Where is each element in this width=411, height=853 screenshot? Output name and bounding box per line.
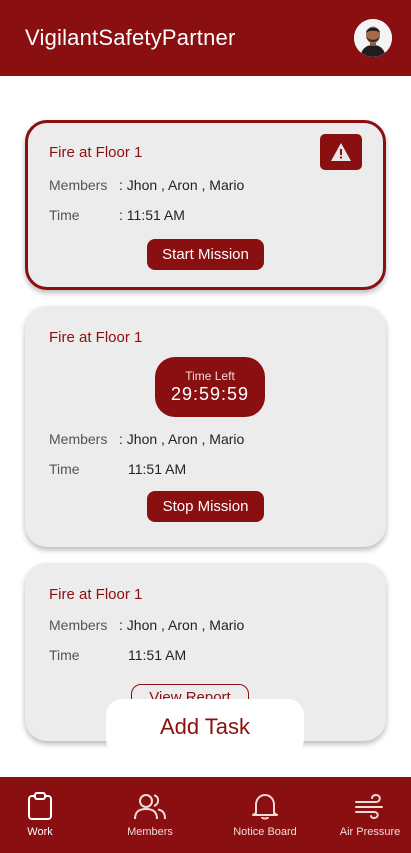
members-icon xyxy=(134,794,166,820)
time-label: Time xyxy=(49,647,80,663)
members-label: Members xyxy=(49,617,108,633)
time-label: Time xyxy=(49,461,80,477)
add-task-button[interactable]: Add Task xyxy=(106,699,304,755)
card-title: Fire at Floor 1 xyxy=(49,329,143,346)
members-value: : Jhon , Aron , Mario xyxy=(119,617,245,633)
task-card-alert: Fire at Floor 1 Members : Jhon , Aron , … xyxy=(25,120,386,290)
members-label: Members xyxy=(49,431,108,447)
nav-label: Members xyxy=(127,826,173,838)
members-label: Members xyxy=(49,177,108,193)
nav-item-air-pressure[interactable]: Air Pressure xyxy=(332,777,408,853)
members-value: : Jhon , Aron , Mario xyxy=(119,431,245,447)
time-label: Time xyxy=(49,207,80,223)
app-screen: VigilantSafetyPartner Fire at Floor 1 Me… xyxy=(0,0,411,853)
nav-item-work[interactable]: Work xyxy=(14,777,66,853)
stop-mission-button[interactable]: Stop Mission xyxy=(147,491,264,522)
nav-item-notice-board[interactable]: Notice Board xyxy=(222,777,308,853)
timer-label: Time Left xyxy=(185,369,235,383)
start-mission-button[interactable]: Start Mission xyxy=(147,239,264,270)
nav-item-members[interactable]: Members xyxy=(112,777,188,853)
time-value: 11:51 AM xyxy=(128,461,187,477)
members-value: : Jhon , Aron , Mario xyxy=(119,177,245,193)
wind-icon xyxy=(355,793,383,820)
app-title: VigilantSafetyPartner xyxy=(25,25,236,50)
nav-label: Notice Board xyxy=(233,826,297,838)
warning-button[interactable] xyxy=(320,134,362,170)
card-title: Fire at Floor 1 xyxy=(49,144,143,161)
warning-triangle-icon xyxy=(331,143,351,161)
countdown-timer: Time Left 29:59:59 xyxy=(155,357,265,417)
nav-label: Work xyxy=(27,826,53,838)
app-header: VigilantSafetyPartner xyxy=(0,0,411,76)
timer-value: 29:59:59 xyxy=(170,384,250,404)
task-card-active: Fire at Floor 1 Time Left 29:59:59 Membe… xyxy=(25,306,386,547)
bell-icon xyxy=(252,794,278,820)
card-title: Fire at Floor 1 xyxy=(49,586,143,603)
time-value: : 11:51 AM xyxy=(119,207,185,223)
nav-label: Air Pressure xyxy=(339,826,401,838)
time-value: 11:51 AM xyxy=(128,647,187,663)
clipboard-icon xyxy=(28,792,52,820)
avatar[interactable] xyxy=(354,19,392,57)
bottom-nav: Work Members Notice Board Air Pressure xyxy=(0,777,411,853)
